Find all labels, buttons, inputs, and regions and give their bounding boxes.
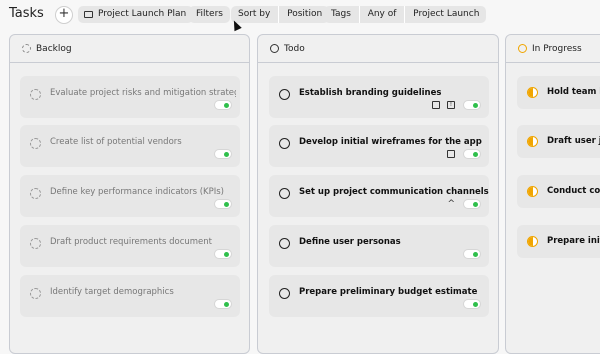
backlog-status-icon[interactable]: [30, 288, 41, 299]
tags-filter-pill[interactable]: Tags Any of Project Launch: [324, 6, 487, 23]
column-in-progress: In Progress Hold team br Draft user jou …: [505, 34, 600, 354]
task-card[interactable]: Prepare preliminary budget estimate: [269, 275, 489, 317]
task-toggle[interactable]: [214, 249, 232, 259]
in-progress-status-icon: [518, 44, 527, 53]
task-card[interactable]: Establish branding guidelines !: [269, 76, 489, 118]
task-title: Develop initial wireframes for the app: [299, 137, 482, 147]
task-toggle[interactable]: [463, 149, 481, 159]
task-title: Evaluate project risks and mitigation st…: [50, 88, 236, 98]
in-progress-status-icon[interactable]: [527, 186, 538, 197]
task-title: Prepare initial: [547, 236, 600, 246]
filters-label: Filters: [196, 9, 223, 19]
task-toggle[interactable]: [214, 149, 232, 159]
priority-icon[interactable]: !: [447, 101, 455, 109]
sort-control[interactable]: Sort by Position: [231, 6, 330, 23]
task-title: Create list of potential vendors: [50, 137, 182, 147]
task-card[interactable]: Create list of potential vendors: [20, 125, 240, 167]
task-title: Draft product requirements document: [50, 237, 212, 247]
todo-status-icon[interactable]: [279, 238, 290, 249]
tags-value[interactable]: Project Launch: [413, 6, 479, 23]
task-toggle[interactable]: [463, 299, 481, 309]
project-filter-pill[interactable]: Project Launch Plan: [78, 6, 194, 23]
todo-status-icon[interactable]: [279, 188, 290, 199]
task-card[interactable]: Develop initial wireframes for the app: [269, 125, 489, 167]
backlog-status-icon: [22, 44, 31, 53]
task-card[interactable]: Draft product requirements document: [20, 225, 240, 267]
add-task-button[interactable]: +: [55, 6, 73, 24]
backlog-status-icon[interactable]: [30, 89, 41, 100]
task-title: Set up project communication channels: [299, 187, 489, 197]
task-card[interactable]: Draft user jou: [517, 125, 600, 158]
filters-button[interactable]: Filters: [189, 6, 230, 23]
assignee-icon[interactable]: [447, 150, 455, 158]
task-card[interactable]: Define key performance indicators (KPIs): [20, 175, 240, 217]
backlog-status-icon[interactable]: [30, 138, 41, 149]
task-toggle[interactable]: [214, 199, 232, 209]
column-title: In Progress: [532, 43, 582, 54]
task-card[interactable]: Identify target demographics: [20, 275, 240, 317]
sort-by-label: Sort by: [238, 9, 271, 19]
task-title: Define user personas: [299, 237, 401, 247]
sort-value[interactable]: Position: [287, 6, 322, 23]
task-title: Conduct comp: [547, 186, 600, 196]
chevron-up-icon[interactable]: ^: [447, 199, 455, 209]
task-title: Define key performance indicators (KPIs): [50, 187, 224, 197]
tags-label: Tags: [331, 9, 351, 19]
column-todo: Todo Establish branding guidelines ! Dev…: [257, 34, 499, 354]
column-title: Backlog: [36, 43, 72, 54]
column-title: Todo: [284, 43, 305, 54]
task-card[interactable]: Define user personas: [269, 225, 489, 267]
backlog-status-icon[interactable]: [30, 238, 41, 249]
task-title: Identify target demographics: [50, 287, 174, 297]
folder-icon: [84, 11, 93, 18]
tags-divider-1: [358, 6, 360, 23]
column-header: In Progress: [506, 35, 600, 63]
tags-divider-2: [404, 6, 406, 23]
in-progress-status-icon[interactable]: [527, 136, 538, 147]
task-card[interactable]: Set up project communication channels ^: [269, 175, 489, 217]
calendar-icon[interactable]: [432, 101, 440, 109]
top-bar: Tasks + Project Launch Plan Filters Sort…: [0, 0, 600, 32]
task-toggle[interactable]: [463, 249, 481, 259]
sort-divider: [278, 6, 280, 23]
column-header: Todo: [258, 35, 498, 63]
task-title: Establish branding guidelines: [299, 88, 442, 98]
in-progress-status-icon[interactable]: [527, 236, 538, 247]
task-title: Hold team br: [547, 87, 600, 97]
column-backlog: Backlog Evaluate project risks and mitig…: [9, 34, 250, 354]
task-toggle[interactable]: [463, 199, 481, 209]
task-toggle[interactable]: [214, 299, 232, 309]
task-card[interactable]: Evaluate project risks and mitigation st…: [20, 76, 240, 118]
project-filter-label: Project Launch Plan: [98, 9, 187, 19]
todo-status-icon: [270, 44, 279, 53]
backlog-status-icon[interactable]: [30, 188, 41, 199]
in-progress-status-icon[interactable]: [527, 87, 538, 98]
task-card[interactable]: Prepare initial: [517, 225, 600, 258]
task-title: Prepare preliminary budget estimate: [299, 287, 478, 297]
todo-status-icon[interactable]: [279, 288, 290, 299]
todo-status-icon[interactable]: [279, 89, 290, 100]
column-header: Backlog: [10, 35, 249, 63]
tags-operator[interactable]: Any of: [368, 6, 397, 23]
page-title: Tasks: [9, 6, 44, 21]
task-toggle[interactable]: [214, 100, 232, 110]
task-toggle[interactable]: [463, 100, 481, 110]
todo-status-icon[interactable]: [279, 138, 290, 149]
task-card[interactable]: Conduct comp: [517, 175, 600, 208]
task-title: Draft user jou: [547, 136, 600, 146]
task-card[interactable]: Hold team br: [517, 76, 600, 109]
